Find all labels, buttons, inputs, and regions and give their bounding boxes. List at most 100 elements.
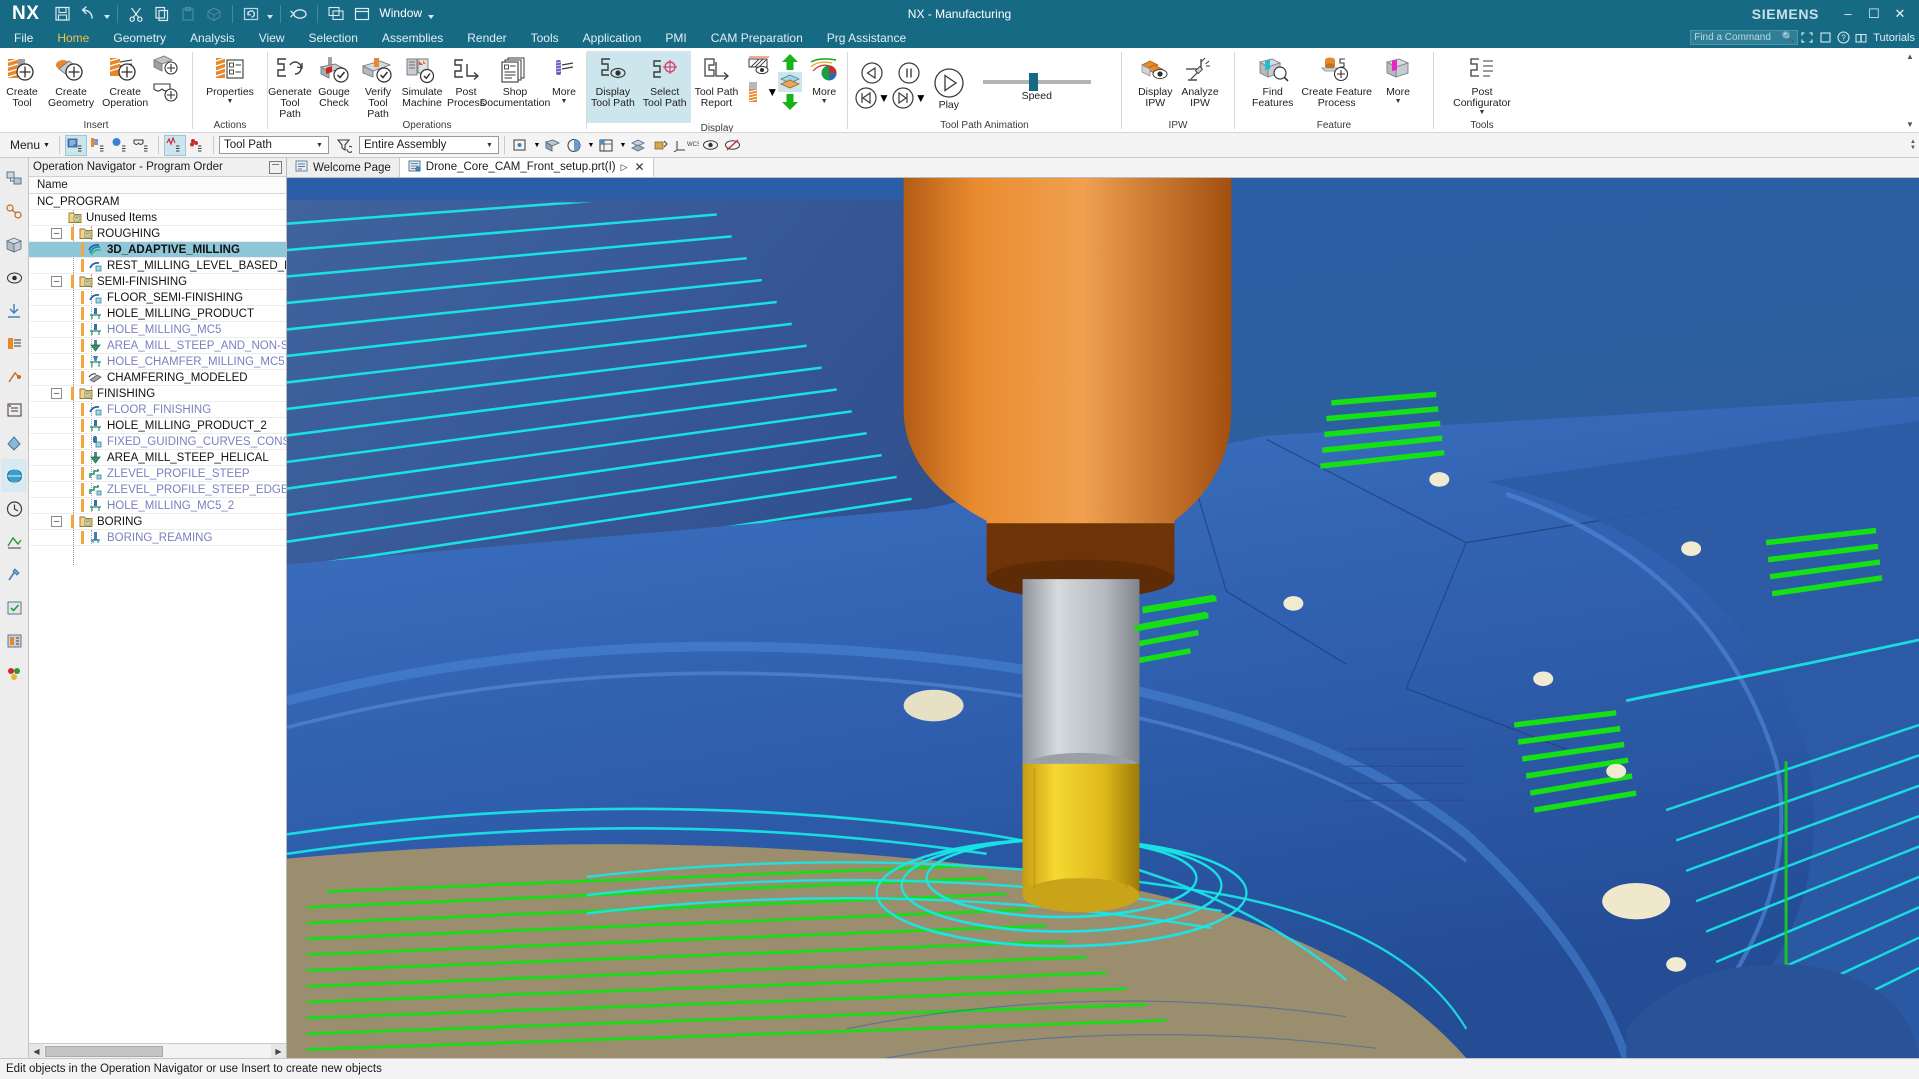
table-row[interactable]: HOLE_MILLING_PRODUCT bbox=[29, 306, 286, 322]
tool-display-button[interactable] bbox=[742, 79, 764, 105]
operation-filter-icon[interactable] bbox=[186, 135, 208, 156]
window-icon[interactable] bbox=[349, 2, 375, 26]
manufacturing-wizard-icon[interactable] bbox=[1, 360, 27, 393]
machine-tool-view-icon[interactable] bbox=[87, 135, 109, 156]
create-workpiece-button[interactable] bbox=[152, 79, 182, 105]
collapse-icon[interactable]: – bbox=[51, 388, 62, 399]
tab-tools[interactable]: Tools bbox=[519, 27, 571, 48]
post-configurator-dropdown-icon[interactable]: ▼ bbox=[1479, 109, 1486, 116]
tab-analysis[interactable]: Analysis bbox=[178, 27, 247, 48]
collapse-icon[interactable]: – bbox=[51, 516, 62, 527]
table-row[interactable]: – BORING bbox=[29, 514, 286, 530]
cut-icon[interactable] bbox=[123, 2, 149, 26]
machine-tool-navigator-icon[interactable] bbox=[1, 327, 27, 360]
3d-viewport[interactable] bbox=[287, 178, 1919, 1058]
tool-path-report-button[interactable]: Tool Path Report bbox=[691, 51, 743, 109]
undo-dropdown-icon[interactable] bbox=[101, 2, 112, 26]
close-button[interactable]: ✕ bbox=[1887, 1, 1913, 27]
program-order-view-icon[interactable] bbox=[65, 135, 87, 156]
create-feature-process-button[interactable]: Create Feature Process bbox=[1297, 51, 1376, 109]
refresh-icon[interactable] bbox=[238, 2, 264, 26]
more-display-dropdown-icon[interactable]: ▼ bbox=[821, 98, 828, 105]
tab-render[interactable]: Render bbox=[455, 27, 518, 48]
collapse-icon[interactable]: – bbox=[51, 276, 62, 287]
table-row[interactable]: Unused Items bbox=[29, 210, 286, 226]
geometry-view-icon[interactable] bbox=[109, 135, 131, 156]
history-icon[interactable] bbox=[1, 492, 27, 525]
window-menu-button[interactable]: Window bbox=[375, 0, 425, 27]
rewind-button[interactable] bbox=[854, 86, 878, 110]
tab-application[interactable]: Application bbox=[571, 27, 654, 48]
analyze-ipw-button[interactable]: Analyze IPW bbox=[1177, 51, 1222, 109]
ribbon-scroll-down-icon[interactable]: ▼ bbox=[1903, 118, 1917, 130]
tutorials-link[interactable]: Tutorials bbox=[1873, 32, 1915, 44]
tool-library-icon[interactable] bbox=[1, 624, 27, 657]
select-face-icon[interactable] bbox=[542, 135, 564, 156]
tab-cam-preparation[interactable]: CAM Preparation bbox=[699, 27, 815, 48]
window-dropdown-icon[interactable] bbox=[425, 2, 436, 26]
scroll-right-icon[interactable]: ▶ bbox=[271, 1044, 286, 1058]
part-navigator-icon[interactable] bbox=[1, 228, 27, 261]
more-feature-button[interactable]: More ▼ bbox=[1376, 51, 1420, 105]
table-row[interactable]: – ROUGHING bbox=[29, 226, 286, 242]
more-operations-button[interactable]: More ▼ bbox=[542, 51, 586, 105]
table-row[interactable]: ZLEVEL_PROFILE_STEEP_EDGE bbox=[29, 482, 286, 498]
rewind-dropdown-icon[interactable]: ▼ bbox=[878, 91, 890, 105]
show-hide-icon[interactable] bbox=[700, 135, 722, 156]
table-row[interactable]: ZLEVEL_PROFILE_STEEP bbox=[29, 466, 286, 482]
copy-icon[interactable] bbox=[149, 2, 175, 26]
minimize-button[interactable]: – bbox=[1835, 1, 1861, 27]
operation-navigator-icon[interactable] bbox=[1, 294, 27, 327]
table-row[interactable]: HOLE_MILLING_MC5 bbox=[29, 322, 286, 338]
snap-dropdown-icon[interactable]: ▼ bbox=[532, 135, 542, 156]
web-browser-icon[interactable] bbox=[1, 459, 27, 492]
hide-icon[interactable] bbox=[722, 135, 744, 156]
tab-pmi[interactable]: PMI bbox=[653, 27, 698, 48]
table-row[interactable]: AREA_MILL_STEEP_HELICAL bbox=[29, 450, 286, 466]
scope-filter-combo[interactable]: Entire Assembly ▼ bbox=[359, 136, 499, 154]
more-feature-dropdown-icon[interactable]: ▼ bbox=[1395, 98, 1402, 105]
more-operations-dropdown-icon[interactable]: ▼ bbox=[561, 98, 568, 105]
tab-view[interactable]: View bbox=[247, 27, 297, 48]
step-forward-dropdown-icon[interactable]: ▼ bbox=[915, 91, 927, 105]
paste-special-icon[interactable] bbox=[201, 2, 227, 26]
reuse-library-icon[interactable] bbox=[1, 261, 27, 294]
collapse-icon[interactable]: – bbox=[51, 228, 62, 239]
check-mate-icon[interactable] bbox=[1, 591, 27, 624]
generate-tool-path-button[interactable]: Generate Tool Path bbox=[268, 51, 312, 120]
shaded-dropdown-icon[interactable]: ▼ bbox=[586, 135, 596, 156]
tab-home[interactable]: Home bbox=[45, 27, 101, 48]
table-row[interactable]: 3D_ADAPTIVE_MILLING bbox=[29, 242, 286, 258]
more-display-button[interactable]: More ▼ bbox=[802, 51, 846, 105]
close-icon[interactable]: ✕ bbox=[635, 160, 645, 174]
tool-display-dropdown-icon[interactable]: ▼ bbox=[766, 85, 778, 99]
tab-prg-assistance[interactable]: Prg Assistance bbox=[815, 27, 918, 48]
post-configurator-button[interactable]: Post Configurator ▼ bbox=[1449, 51, 1515, 116]
table-row[interactable]: – FINISHING bbox=[29, 386, 286, 402]
create-tool-button[interactable]: Create Tool bbox=[0, 51, 44, 109]
constraint-navigator-icon[interactable] bbox=[1, 195, 27, 228]
orient-view-icon[interactable] bbox=[596, 135, 618, 156]
snap-point-icon[interactable] bbox=[510, 135, 532, 156]
menu-button[interactable]: Menu ▼ bbox=[6, 138, 54, 152]
quickbar-overflow[interactable]: ▲ ▼ bbox=[1910, 139, 1919, 151]
save-icon[interactable] bbox=[49, 2, 75, 26]
display-tool-path-button[interactable]: Display Tool Path bbox=[587, 51, 639, 123]
machining-method-view-icon[interactable] bbox=[131, 135, 153, 156]
simulate-machine-button[interactable]: Simulate Machine bbox=[400, 51, 444, 109]
hd3d-tools-icon[interactable] bbox=[1, 558, 27, 591]
move-down-button[interactable] bbox=[780, 92, 800, 112]
ipw-layers-button[interactable] bbox=[778, 72, 802, 92]
paste-icon[interactable] bbox=[175, 2, 201, 26]
display-cut-regions-button[interactable] bbox=[745, 53, 775, 79]
wcs-icon[interactable]: WCS bbox=[672, 135, 700, 156]
shop-documentation-button[interactable]: Shop Documentation bbox=[488, 51, 542, 109]
navigator-column-header[interactable]: Name bbox=[29, 177, 286, 194]
assembly-navigator-icon[interactable] bbox=[1, 162, 27, 195]
find-command-input[interactable]: Find a Command 🔍 bbox=[1690, 30, 1798, 45]
tab-welcome-page[interactable]: Welcome Page bbox=[287, 158, 400, 177]
window-tile-icon[interactable] bbox=[323, 2, 349, 26]
table-row[interactable]: FIXED_GUIDING_CURVES_CONSTANT bbox=[29, 434, 286, 450]
operation-tree[interactable]: NC_PROGRAM Unused Items – bbox=[29, 194, 286, 1043]
verify-tool-path-button[interactable]: Verify Tool Path bbox=[356, 51, 400, 120]
